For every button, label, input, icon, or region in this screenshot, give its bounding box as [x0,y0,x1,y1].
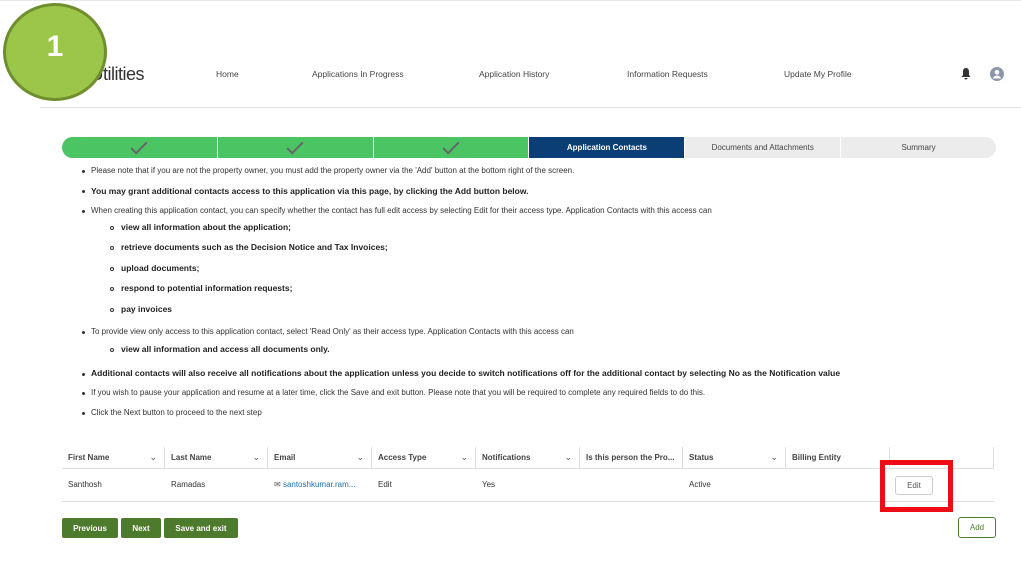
step-application-contacts[interactable]: Application Contacts [529,137,685,158]
nav-home[interactable]: Home [216,69,239,79]
column-email[interactable]: Email ⌄ [268,447,372,469]
column-billing-entity[interactable]: Billing Entity [786,447,890,469]
bell-icon[interactable] [960,67,972,82]
nav-information-requests[interactable]: Information Requests [627,69,708,79]
edit-item: upload documents; [121,263,200,273]
edit-item: view all information about the applicati… [121,222,292,232]
bullet [82,392,85,395]
add-contact-button[interactable]: Add [958,517,996,538]
cell-status: Active [689,480,711,489]
chevron-down-icon[interactable]: ⌄ [564,452,572,463]
column-notifications[interactable]: Notifications ⌄ [476,447,580,469]
bullet [82,170,85,173]
nav-application-history[interactable]: Application History [479,69,549,79]
check-icon [442,137,460,154]
next-button[interactable]: Next [121,518,161,538]
instruction-save-exit: If you wish to pause your application an… [91,388,706,397]
bullet [82,331,85,334]
step-documents-and-attachments[interactable]: Documents and Attachments [685,137,841,158]
envelope-icon: ✉ [274,480,281,489]
check-icon [286,137,304,154]
previous-button[interactable]: Previous [62,518,118,538]
column-property-owner[interactable]: Is this person the Pro... [580,447,683,469]
column-status[interactable]: Status ⌄ [683,447,786,469]
step-summary[interactable]: Summary [841,137,996,158]
read-only-item: view all information and access all docu… [121,344,330,354]
bullet [82,190,85,193]
header-divider [40,107,1021,108]
sub-bullet [110,267,114,271]
chevron-down-icon[interactable]: ⌄ [149,452,157,463]
chevron-down-icon[interactable]: ⌄ [460,452,468,463]
cell-access-type: Edit [378,480,392,489]
contacts-table-header: First Name ⌄ Last Name ⌄ Email ⌄ Access Typ… [62,447,994,469]
user-avatar-icon[interactable] [990,67,1004,83]
step-callout-badge: 1 [3,3,107,101]
edit-item: respond to potential information request… [121,283,293,293]
column-last-name[interactable]: Last Name ⌄ [165,447,268,469]
step-3-complete[interactable] [373,137,529,158]
sub-bullet [110,348,114,352]
step-1-complete[interactable] [62,137,217,158]
instruction-edit-access: When creating this application contact, … [91,206,712,215]
sub-bullet [110,287,114,291]
chevron-down-icon[interactable]: ⌄ [770,452,778,463]
nav-update-my-profile[interactable]: Update My Profile [784,69,852,79]
bullet [82,373,85,376]
progress-steps: Application Contacts Documents and Attac… [62,137,996,158]
save-and-exit-button[interactable]: Save and exit [164,518,238,538]
edit-item: retrieve documents such as the Decision … [121,242,388,252]
top-border [0,0,1021,1]
instruction-read-only: To provide view only access to this appl… [91,327,574,336]
cell-email: ✉ santoshkumar.ram... [274,480,355,489]
bullet [82,412,85,415]
sub-bullet [110,226,114,230]
instruction-owner: Please note that if you are not the prop… [91,166,575,175]
chevron-down-icon[interactable]: ⌄ [356,452,364,463]
sub-bullet [110,308,114,312]
instruction-notifications: Additional contacts will also receive al… [91,368,841,378]
sub-bullet [110,246,114,250]
cell-notifications: Yes [482,480,496,489]
check-icon [130,137,148,154]
chevron-down-icon[interactable]: ⌄ [252,452,260,463]
step-2-complete[interactable] [217,137,373,158]
bullet [82,210,85,213]
nav-applications-in-progress[interactable]: Applications In Progress [312,69,404,79]
column-access-type[interactable]: Access Type ⌄ [372,447,476,469]
instruction-grant-access: You may grant additional contacts access… [91,186,529,196]
cell-first-name: Santhosh [68,480,102,489]
table-row: Santhosh Ramadas ✉ santoshkumar.ram... E… [62,469,994,502]
instruction-next: Click the Next button to proceed to the … [91,408,262,417]
highlight-box [880,460,953,512]
edit-item: pay invoices [121,304,173,314]
email-link[interactable]: santoshkumar.ram... [283,480,355,489]
column-first-name[interactable]: First Name ⌄ [62,447,165,469]
cell-last-name: Ramadas [171,480,206,489]
